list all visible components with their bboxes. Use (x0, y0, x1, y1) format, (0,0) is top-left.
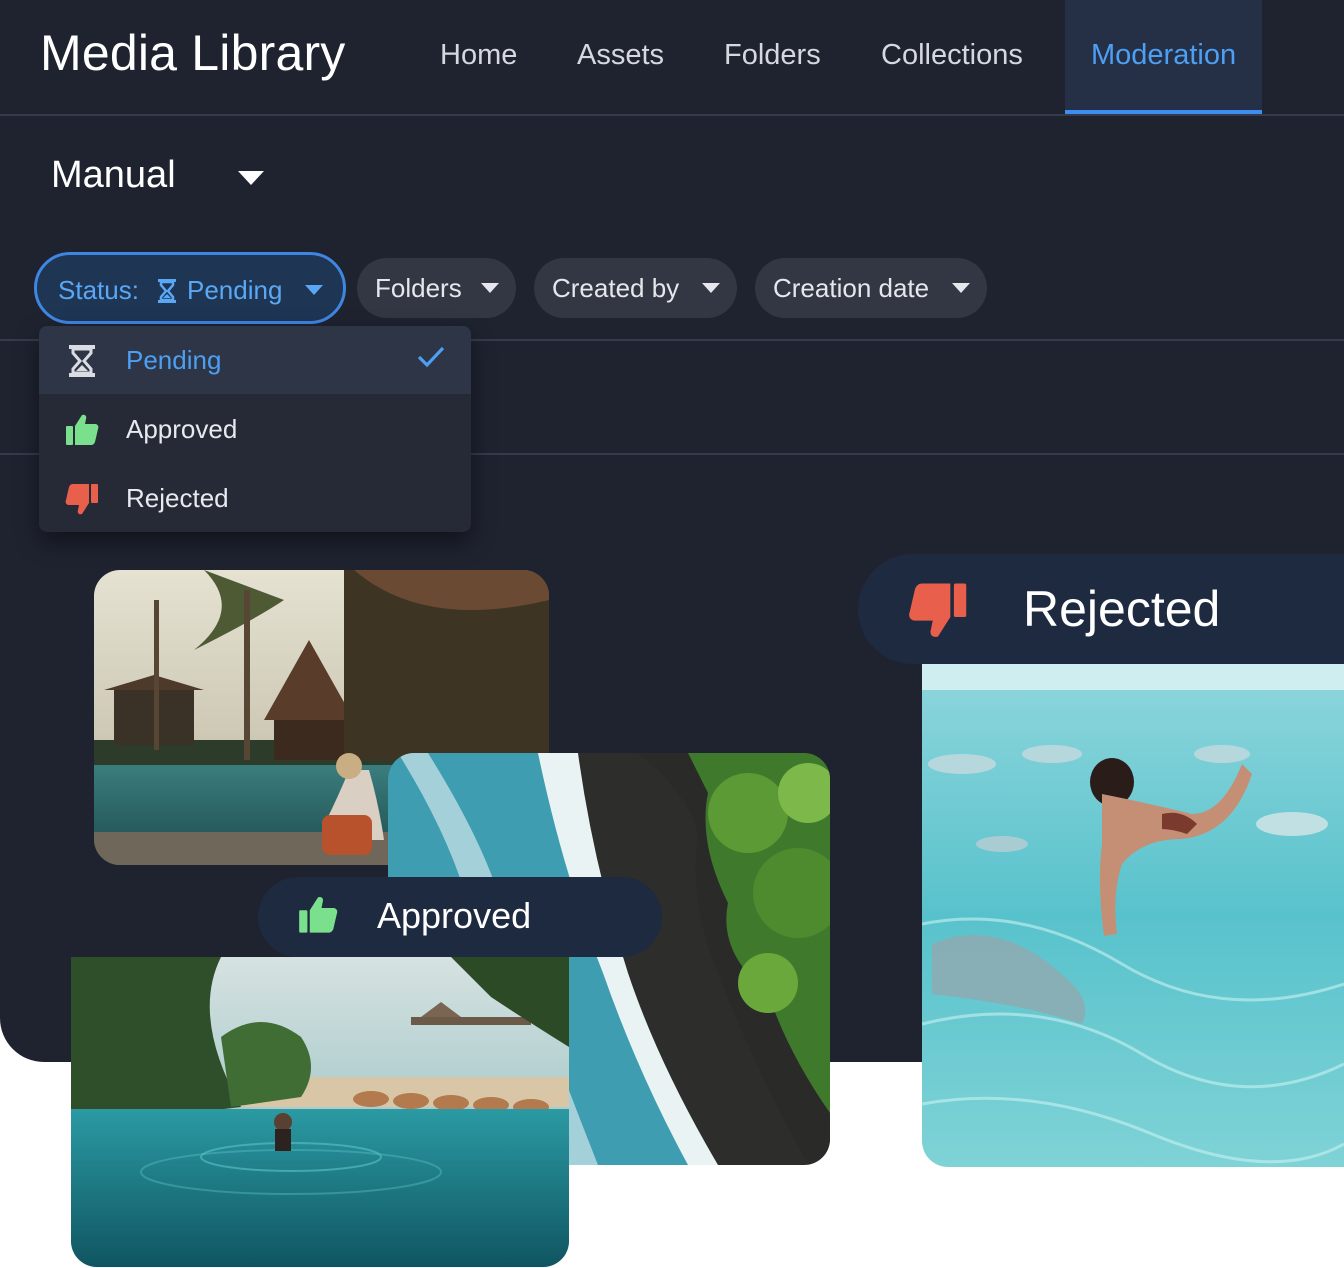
status-option-label: Pending (126, 345, 222, 375)
status-filter-prefix: Status: (58, 275, 139, 305)
status-dropdown-menu: Pending Approved Rejected (39, 326, 471, 532)
media-thumbnail-pool[interactable] (71, 957, 569, 1267)
created-by-filter-label: Created by (552, 273, 680, 303)
approved-status-badge: Approved (258, 877, 662, 957)
status-option-rejected[interactable]: Rejected (39, 464, 471, 532)
tab-assets[interactable]: Assets (577, 0, 664, 114)
creation-date-filter-label: Creation date (773, 273, 930, 303)
check-icon (417, 346, 445, 368)
rejected-status-badge: Rejected (858, 554, 1344, 664)
hourglass-icon (69, 345, 95, 377)
tab-folders[interactable]: Folders (724, 0, 821, 114)
status-option-pending[interactable]: Pending (39, 326, 471, 394)
status-filter-chip[interactable]: Status: Pending (34, 252, 346, 324)
creation-date-filter-chip[interactable]: Creation date (755, 258, 987, 318)
created-by-filter-chip[interactable]: Created by (534, 258, 737, 318)
view-select-value: Manual (51, 154, 176, 196)
caret-down-icon (238, 171, 264, 185)
app-title: Media Library (40, 25, 346, 81)
view-select[interactable]: Manual (51, 154, 264, 204)
thumbs-up-icon (299, 897, 338, 933)
rejected-badge-label: Rejected (1023, 581, 1221, 637)
folders-filter-label: Folders (375, 273, 462, 303)
caret-down-icon (481, 283, 499, 293)
tab-moderation[interactable]: Moderation (1065, 0, 1263, 114)
folders-filter-chip[interactable]: Folders (357, 258, 516, 318)
top-navigation-bar: Media Library Home Assets Folders Collec… (0, 0, 1344, 116)
hourglass-icon (158, 279, 176, 303)
tab-collections[interactable]: Collections (881, 0, 1023, 114)
tab-home[interactable]: Home (440, 0, 517, 114)
thumbs-down-icon (909, 583, 967, 637)
caret-down-icon (952, 283, 970, 293)
caret-down-icon (702, 283, 720, 293)
thumbs-up-icon (66, 414, 99, 445)
status-filter-value: Pending (187, 275, 283, 305)
thumbs-down-icon (65, 484, 98, 515)
approved-badge-label: Approved (377, 895, 532, 936)
status-option-label: Rejected (126, 483, 229, 513)
media-thumbnail-underwater[interactable] (922, 664, 1344, 1167)
caret-down-icon (305, 285, 323, 295)
status-option-approved[interactable]: Approved (39, 395, 471, 463)
status-option-label: Approved (126, 414, 238, 444)
